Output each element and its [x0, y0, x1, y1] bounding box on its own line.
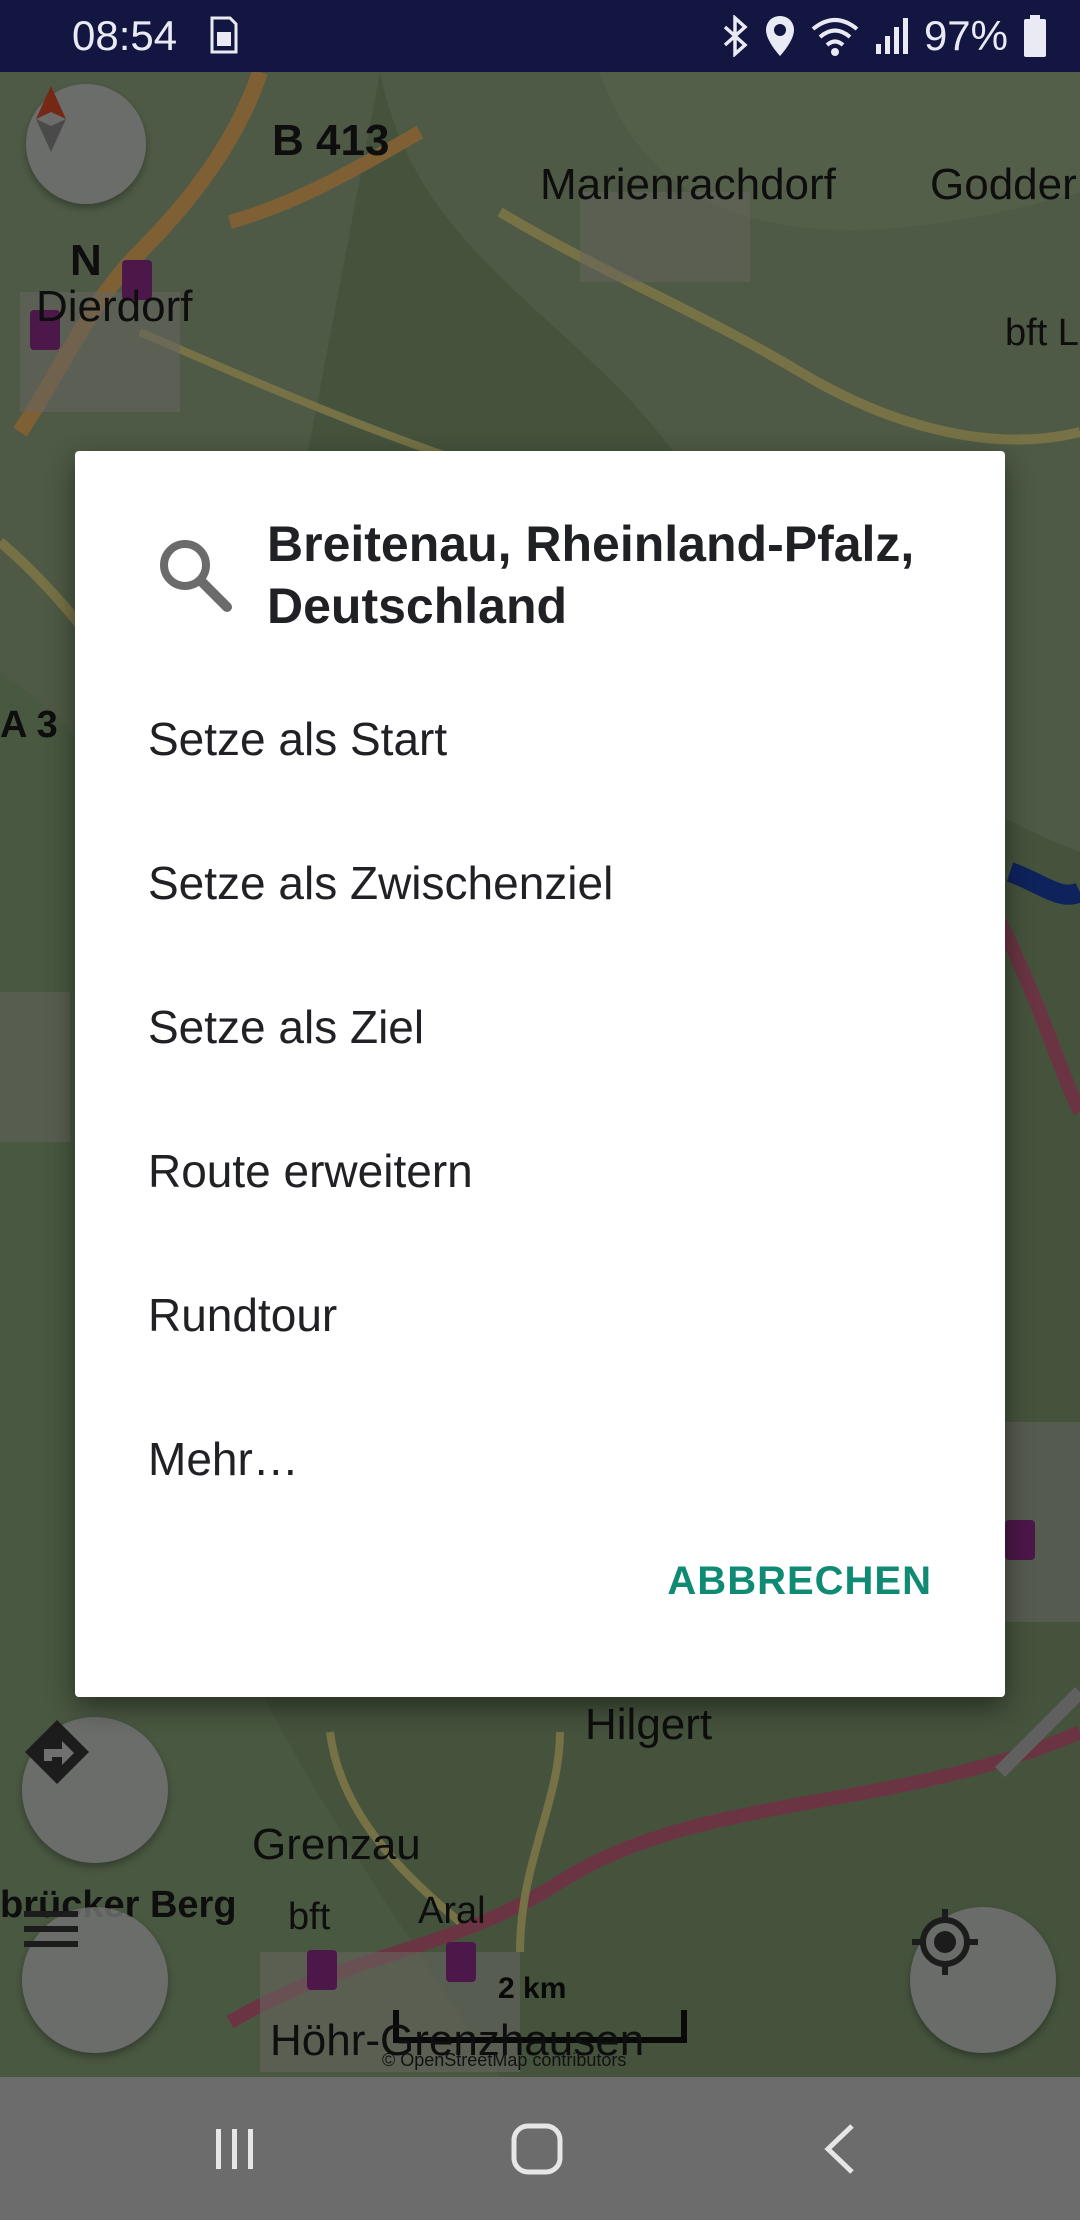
battery-icon — [1024, 15, 1046, 57]
round-trip-item[interactable]: Rundtour — [148, 1255, 928, 1375]
recent-apps-icon — [216, 2128, 253, 2169]
status-icons: 97% — [720, 10, 1048, 62]
signal-icon — [875, 18, 908, 54]
battery-percent: 97% — [923, 12, 1008, 59]
search-icon — [160, 540, 232, 612]
set-as-via-point-item[interactable]: Setze als Zwischenziel — [148, 823, 928, 943]
more-item[interactable]: Mehr… — [148, 1399, 928, 1519]
dialog-title: Breitenau, Rheinland-Pfalz, Deutschland — [267, 516, 915, 634]
cancel-button[interactable]: ABBRECHEN — [667, 1559, 932, 1604]
home-icon — [511, 2123, 563, 2174]
extend-route-item[interactable]: Route erweitern — [148, 1111, 928, 1231]
system-navigation-bar — [0, 2077, 1080, 2220]
status-time: 08:54 — [72, 12, 178, 59]
recent-apps-button[interactable] — [145, 2077, 325, 2220]
home-button[interactable] — [447, 2077, 627, 2220]
location-icon — [765, 16, 794, 56]
back-button[interactable] — [750, 2077, 930, 2220]
set-as-start-item[interactable]: Setze als Start — [148, 679, 928, 799]
bluetooth-icon — [723, 15, 748, 57]
sim-card-icon — [210, 16, 238, 54]
back-icon — [824, 2123, 854, 2174]
location-options-dialog: Breitenau, Rheinland-Pfalz, Deutschland … — [75, 451, 1005, 1697]
set-as-destination-item[interactable]: Setze als Ziel — [148, 967, 928, 1087]
status-bar: 08:54 97% — [0, 0, 1080, 72]
wifi-icon — [811, 18, 859, 56]
